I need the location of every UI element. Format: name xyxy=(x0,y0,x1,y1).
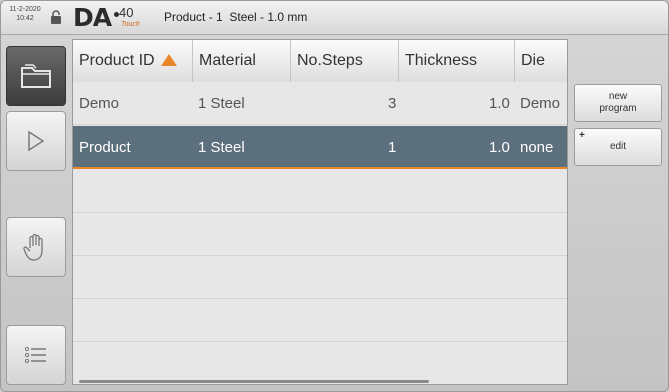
nav-automatic-mode[interactable] xyxy=(6,111,66,171)
cell-material: 1 Steel xyxy=(198,139,245,156)
table-row-empty[interactable] xyxy=(73,213,567,256)
cell-thickness: 1.0 xyxy=(489,95,510,112)
column-header-product-id[interactable]: Product ID xyxy=(73,40,193,82)
horizontal-scrollbar[interactable] xyxy=(79,380,429,383)
cell-material: 1 Steel xyxy=(198,95,245,112)
table-row[interactable]: Demo 1 Steel 3 1.0 Demo xyxy=(73,82,567,125)
table-header: Product ID Material No.Steps Thickness D… xyxy=(73,40,567,82)
plus-icon: + xyxy=(579,130,585,141)
logo-model: 40 xyxy=(119,5,134,20)
date-time: 11-2-2020 10:42 xyxy=(5,5,45,23)
edit-label: edit xyxy=(609,141,627,152)
cell-die: none xyxy=(520,139,554,156)
table-row-empty[interactable] xyxy=(73,170,567,213)
left-nav xyxy=(1,35,71,391)
cell-die: Demo xyxy=(520,95,561,112)
product-table: Product ID Material No.Steps Thickness D… xyxy=(72,39,568,385)
column-header-thickness[interactable]: Thickness xyxy=(399,40,515,82)
hand-icon xyxy=(23,233,43,261)
cell-product-id: Demo xyxy=(79,95,120,112)
logo-sub: Touch xyxy=(121,21,140,28)
sort-ascending-icon xyxy=(160,54,177,66)
page-title: Product - 1 Steel - 1.0 mm xyxy=(164,10,308,24)
cell-product-id: Product xyxy=(79,139,131,156)
column-header-die[interactable]: Die xyxy=(515,40,567,82)
cell-steps: 1 xyxy=(388,139,397,156)
app-window: 11-2-2020 10:42 DA 40 Touch Product - 1 … xyxy=(0,0,669,392)
column-header-no-steps[interactable]: No.Steps xyxy=(291,40,399,82)
lock-icon[interactable] xyxy=(49,9,63,25)
table-row-selected[interactable]: Product 1 Steel 1 1.0 none xyxy=(73,126,567,169)
new-program-label: new program xyxy=(599,91,637,114)
logo-text: DA xyxy=(73,3,112,32)
new-program-button[interactable]: new program xyxy=(574,84,662,122)
cell-steps: 3 xyxy=(388,95,397,112)
edit-button[interactable]: + edit xyxy=(574,128,662,166)
table-row-empty[interactable] xyxy=(73,342,567,384)
nav-settings-menu[interactable] xyxy=(6,325,66,385)
column-label: Product ID xyxy=(79,52,155,69)
time-text: 10:42 xyxy=(16,15,34,22)
table-row-empty[interactable] xyxy=(73,256,567,299)
top-bar: 11-2-2020 10:42 DA 40 Touch Product - 1 … xyxy=(1,1,668,35)
brand-logo: DA 40 Touch xyxy=(73,4,157,32)
list-icon xyxy=(24,346,46,364)
column-header-material[interactable]: Material xyxy=(193,40,291,82)
table-row-empty[interactable] xyxy=(73,299,567,342)
cell-thickness: 1.0 xyxy=(489,139,510,156)
folder-icon xyxy=(21,64,51,88)
nav-manual-mode[interactable] xyxy=(6,217,66,277)
date-text: 11-2-2020 xyxy=(9,6,41,13)
nav-product-library[interactable] xyxy=(6,46,66,106)
play-icon xyxy=(28,130,45,152)
